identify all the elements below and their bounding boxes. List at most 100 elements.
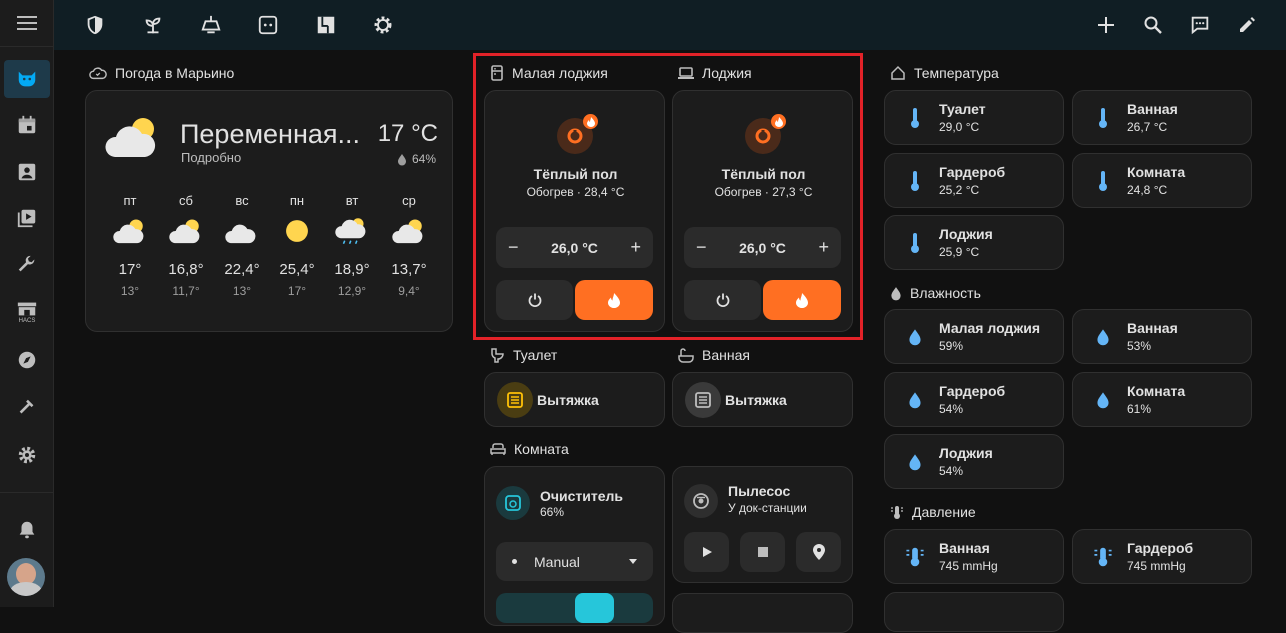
forecast-day-label: вт xyxy=(345,193,359,208)
flame-badge xyxy=(771,114,786,129)
temperature-tile[interactable]: Гардероб 25,2 °C xyxy=(884,153,1064,208)
increase-button[interactable]: + xyxy=(818,237,829,258)
small-loggia-thermostat-card[interactable]: Тёплый пол Обогрев · 28,4 °C − 26,0 °C + xyxy=(484,90,665,332)
water-percent-icon xyxy=(1085,382,1121,418)
rainy-icon xyxy=(335,218,366,245)
bathroom-fan-tile[interactable]: Вытяжка xyxy=(672,372,853,427)
sidebar-item-notifications[interactable] xyxy=(4,511,50,549)
humidity-tile[interactable]: Ванная 53% xyxy=(1072,309,1252,364)
account-box-icon xyxy=(18,163,36,181)
partly-cloudy-icon xyxy=(169,219,200,244)
tab-settings[interactable] xyxy=(371,13,395,37)
avatar[interactable] xyxy=(7,558,45,596)
heat-mode-button[interactable] xyxy=(575,280,653,320)
off-mode-button[interactable] xyxy=(496,280,573,320)
fan-speed-active xyxy=(575,593,614,623)
sidebar-item-hacs[interactable]: HACS xyxy=(4,293,50,331)
toilet-icon xyxy=(491,348,504,363)
off-mode-button[interactable] xyxy=(684,280,761,320)
sidebar-item-dashboard[interactable] xyxy=(4,60,50,98)
thermostat-name: Тёплый пол xyxy=(533,166,618,182)
water-percent-icon xyxy=(891,286,901,300)
temperature-tile[interactable]: Комната 24,8 °C xyxy=(1072,153,1252,208)
pressure-next-tile[interactable] xyxy=(884,592,1064,632)
tab-lights[interactable] xyxy=(199,13,223,37)
humidity-tile[interactable]: Лоджия 54% xyxy=(884,434,1064,489)
forecast-high: 16,8° xyxy=(168,261,204,278)
vacuum-locate-button[interactable] xyxy=(796,532,841,572)
sidebar-item-developer[interactable] xyxy=(4,246,50,284)
assist-icon xyxy=(1191,16,1209,35)
heating-icon-bubble xyxy=(745,114,786,154)
tile-name: Ванная xyxy=(1127,101,1178,117)
avatar-shirt xyxy=(10,582,42,596)
thermostat-state: Обогрев · 27,3 °C xyxy=(714,185,813,199)
heating-icon-bubble xyxy=(557,114,598,154)
temperature-title: Температура xyxy=(914,65,999,81)
weather-card[interactable]: Переменная... Подробно 17 °C 64% пт 17° … xyxy=(85,90,453,332)
sidebar-item-calendar[interactable] xyxy=(4,106,50,144)
tile-state: 53% xyxy=(1127,339,1152,353)
heat-wave-icon xyxy=(755,128,771,144)
heat-mode-button[interactable] xyxy=(763,280,841,320)
vacuum-name: Пылесос xyxy=(728,483,791,499)
compass-icon xyxy=(18,351,36,369)
media-icon xyxy=(17,209,36,228)
forecast-day-label: пт xyxy=(123,193,137,208)
humidity-tile[interactable]: Малая лоджия 59% xyxy=(884,309,1064,364)
room-next-tile[interactable] xyxy=(672,593,853,633)
vacuum-stop-button[interactable] xyxy=(740,532,785,572)
forecast-day-label: вс xyxy=(235,193,249,208)
top-bar xyxy=(54,0,1286,50)
thermostat-name: Тёплый пол xyxy=(721,166,806,182)
tile-state: 745 mmHg xyxy=(939,559,998,573)
add-button[interactable] xyxy=(1094,13,1118,37)
flame-icon xyxy=(586,116,595,127)
tile-state: 29,0 °C xyxy=(939,120,980,134)
tab-floorplan[interactable] xyxy=(314,13,338,37)
edit-button[interactable] xyxy=(1235,13,1259,37)
humidity-tile[interactable]: Комната 61% xyxy=(1072,372,1252,427)
assist-button[interactable] xyxy=(1188,13,1212,37)
toilet-fan-tile[interactable]: Вытяжка xyxy=(484,372,665,427)
purifier-card[interactable]: Очиститель 66% Manual xyxy=(484,466,665,626)
decrease-button[interactable]: − xyxy=(508,237,519,258)
sidebar-item-people[interactable] xyxy=(4,153,50,191)
forecast-low: 11,7° xyxy=(172,284,200,298)
sidebar-item-explore[interactable] xyxy=(4,341,50,379)
weather-humidity: 64% xyxy=(397,152,436,166)
sidebar-item-tools[interactable] xyxy=(4,389,50,427)
tab-plants[interactable] xyxy=(141,13,165,37)
decrease-button[interactable]: − xyxy=(696,237,707,258)
partly-cloudy-icon xyxy=(105,118,156,157)
loggia-thermostat-card[interactable]: Тёплый пол Обогрев · 27,3 °C − 26,0 °C + xyxy=(672,90,853,332)
search-button[interactable] xyxy=(1141,13,1165,37)
purifier-icon-bubble xyxy=(496,486,530,520)
pressure-tile[interactable]: Гардероб 745 mmHg xyxy=(1072,529,1252,584)
pencil-icon xyxy=(1240,17,1255,32)
tab-sockets[interactable] xyxy=(256,13,280,37)
purifier-mode-select[interactable]: Manual xyxy=(496,542,653,581)
increase-button[interactable]: + xyxy=(630,237,641,258)
weather-section-title: Погода в Марьино xyxy=(89,65,234,81)
humidity-tile[interactable]: Гардероб 54% xyxy=(884,372,1064,427)
vacuum-start-button[interactable] xyxy=(684,532,729,572)
partly-cloudy-icon xyxy=(392,219,423,244)
tile-state: 26,7 °C xyxy=(1127,120,1168,134)
temperature-tile[interactable]: Туалет 29,0 °C xyxy=(884,90,1064,145)
temperature-tile[interactable]: Ванная 26,7 °C xyxy=(1072,90,1252,145)
sidebar-item-media[interactable] xyxy=(4,199,50,237)
gauge-icon xyxy=(897,539,933,575)
fan-speed-control[interactable] xyxy=(496,593,653,623)
pressure-tile[interactable]: Ванная 745 mmHg xyxy=(884,529,1064,584)
temperature-tile[interactable]: Лоджия 25,9 °C xyxy=(884,215,1064,270)
thermometer-icon xyxy=(1085,100,1121,136)
forecast-low: 13° xyxy=(120,284,140,298)
vacuum-card[interactable]: Пылесос У док-станции xyxy=(672,466,853,583)
tab-security[interactable] xyxy=(83,13,107,37)
forecast-high: 18,9° xyxy=(334,261,370,278)
menu-button[interactable] xyxy=(0,0,53,47)
forecast-day: вт 18,9° 12,9° xyxy=(328,193,376,298)
fan-icon-bubble xyxy=(685,381,721,418)
sidebar-item-settings[interactable] xyxy=(4,436,50,474)
